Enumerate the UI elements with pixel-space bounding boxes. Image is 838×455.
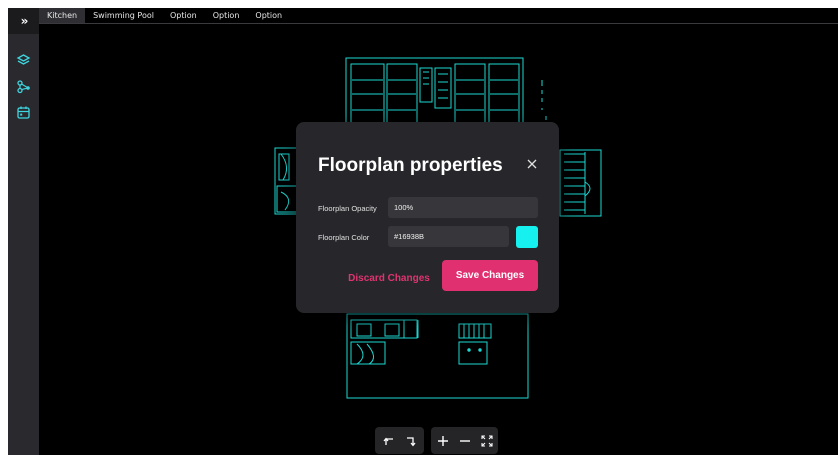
app-window: » Kitchen Swimming Pool Option Option Op…: [8, 8, 838, 455]
discard-changes-button[interactable]: Discard Changes: [344, 267, 434, 291]
zoom-out-icon[interactable]: [458, 434, 472, 448]
color-field[interactable]: #16938B: [388, 226, 509, 247]
floorplan-properties-dialog: Floorplan properties Floorplan Opacity 1…: [296, 122, 559, 313]
tab-option-1[interactable]: Option: [162, 8, 205, 23]
dialog-title: Floorplan properties: [318, 155, 503, 176]
undo-icon[interactable]: [382, 434, 396, 448]
zoom-controls: [431, 427, 498, 454]
color-label: Floorplan Color: [318, 233, 370, 242]
tab-option-2[interactable]: Option: [205, 8, 248, 23]
tab-kitchen[interactable]: Kitchen: [39, 8, 86, 23]
color-swatch[interactable]: [516, 226, 538, 248]
redo-icon[interactable]: [404, 434, 418, 448]
left-rail: »: [8, 8, 39, 455]
nodes-icon[interactable]: [15, 78, 32, 95]
calendar-icon[interactable]: [15, 104, 32, 121]
tab-bar: Kitchen Swimming Pool Option Option Opti…: [39, 8, 838, 24]
close-icon[interactable]: [525, 157, 539, 171]
save-changes-button[interactable]: Save Changes: [442, 260, 538, 291]
tab-swimming-pool[interactable]: Swimming Pool: [85, 8, 162, 23]
layers-icon[interactable]: [15, 52, 32, 69]
history-controls: [375, 427, 424, 454]
tab-option-3[interactable]: Option: [247, 8, 290, 23]
fit-screen-icon[interactable]: [480, 434, 494, 448]
opacity-field[interactable]: 100%: [388, 197, 538, 218]
expand-rail-button[interactable]: »: [8, 8, 39, 34]
zoom-in-icon[interactable]: [436, 434, 450, 448]
opacity-label: Floorplan Opacity: [318, 204, 377, 213]
